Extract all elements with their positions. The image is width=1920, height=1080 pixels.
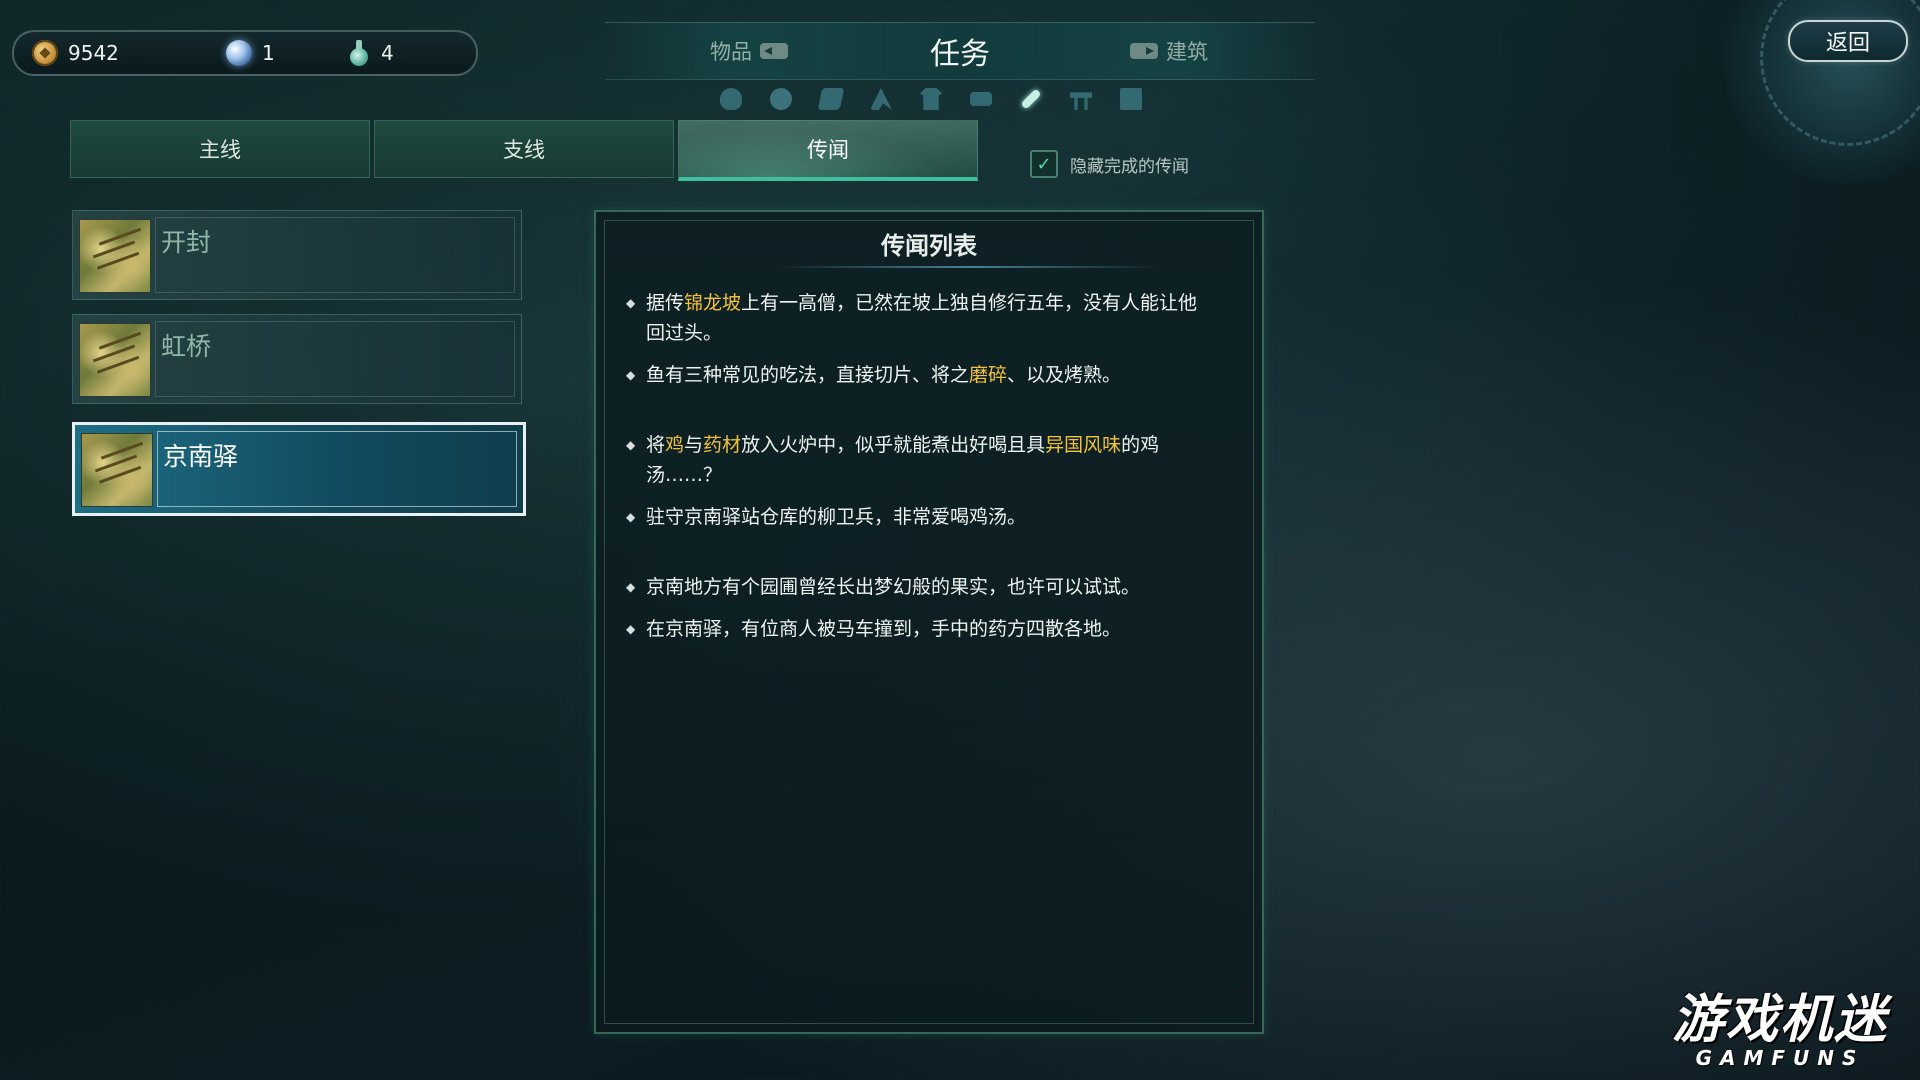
rumor-item: 在京南驿，有位商人被马车撞到，手中的药方四散各地。	[626, 614, 1216, 644]
checkbox-checked-icon[interactable]: ✓	[1030, 150, 1058, 178]
rumor-keyword: 磨碎	[969, 364, 1008, 386]
essence-value: 4	[381, 41, 394, 65]
rumor-item: 将鸡与药材放入火炉中，似乎就能煮出好喝且具异国风味的鸡汤……？	[626, 430, 1216, 490]
rumor-text: 、以及烤熟。	[1007, 364, 1122, 386]
rumor-text: 与	[684, 434, 704, 456]
rumor-panel: 传闻列表 据传锦龙坡上有一高僧，已然在坡上独自修行五年，没有人能让他回过头。 鱼…	[594, 210, 1264, 1034]
rumor-text: 鱼有三种常见的吃法，直接切片、将之	[646, 364, 970, 386]
hide-completed-toggle[interactable]: ✓ 隐藏完成的传闻	[1030, 150, 1189, 178]
rumor-item: 据传锦龙坡上有一高僧，已然在坡上独自修行五年，没有人能让他回过头。	[626, 288, 1216, 348]
orb-icon	[226, 40, 252, 66]
rumor-keyword: 鸡	[665, 434, 685, 456]
tab-quests-label: 任务	[930, 37, 990, 72]
swirl-icon[interactable]	[770, 88, 792, 110]
figure-icon[interactable]	[870, 88, 892, 110]
title-divider	[776, 266, 1162, 268]
rumor-text: 在京南驿，有位商人被马车撞到，手中的药方四散各地。	[646, 618, 1122, 640]
location-item-jingnanyi[interactable]: 京南驿	[72, 422, 526, 516]
tab-buildings[interactable]: 建筑	[1130, 23, 1208, 79]
hide-completed-label: 隐藏完成的传闻	[1070, 156, 1189, 177]
brush-icon[interactable]	[1020, 88, 1042, 110]
coin-counter: 9542	[32, 40, 119, 66]
location-thumbnail	[79, 323, 151, 397]
currency-bar: 9542 1 4	[12, 30, 478, 76]
shoulder-right-icon	[1130, 43, 1158, 59]
location-name: 京南驿	[163, 442, 239, 471]
gate-icon[interactable]	[1070, 88, 1092, 110]
mask-icon[interactable]	[720, 88, 742, 110]
tab-main-quest[interactable]: 主线	[70, 120, 370, 178]
rumor-text: 将	[646, 434, 666, 456]
orb-value: 1	[262, 41, 275, 65]
tab-rumors[interactable]: 传闻	[678, 120, 978, 181]
scroll-icon[interactable]	[1120, 88, 1142, 110]
tab-items-label: 物品	[710, 40, 752, 64]
rumor-keyword: 锦龙坡	[684, 292, 742, 314]
panel-title: 传闻列表	[881, 232, 977, 260]
tab-side-quest-label: 支线	[503, 138, 545, 162]
coin-value: 9542	[68, 41, 119, 65]
location-item-hongqiao[interactable]: 虹桥	[72, 314, 522, 404]
watermark-logo: 游戏机迷 GAMFUNS	[1645, 992, 1915, 1068]
tab-side-quest[interactable]: 支线	[374, 120, 674, 178]
location-thumbnail	[81, 433, 153, 507]
location-thumbnail	[79, 219, 151, 293]
tab-main-quest-label: 主线	[199, 138, 241, 162]
rumor-list: 据传锦龙坡上有一高僧，已然在坡上独自修行五年，没有人能让他回过头。 鱼有三种常见…	[626, 278, 1216, 644]
back-button-label: 返回	[1825, 31, 1870, 56]
top-tab-bar: 物品 任务 建筑	[605, 22, 1315, 80]
book-icon[interactable]	[817, 88, 845, 110]
rumor-item: 驻守京南驿站仓库的柳卫兵，非常爱喝鸡汤。	[626, 502, 1216, 532]
coin-icon	[32, 40, 58, 66]
tab-buildings-label: 建筑	[1166, 40, 1208, 64]
watermark-cn: 游戏机迷	[1671, 990, 1888, 1050]
tab-items[interactable]: 物品	[710, 23, 788, 79]
rumor-keyword: 药材	[703, 434, 742, 456]
shoulder-left-icon	[760, 43, 788, 59]
rumor-text: 放入火炉中，似乎就能煮出好喝且具	[741, 434, 1046, 456]
rumor-item: 鱼有三种常见的吃法，直接切片、将之磨碎、以及烤熟。	[626, 360, 1216, 390]
location-name: 虹桥	[161, 332, 212, 361]
flask-icon	[347, 40, 371, 66]
sub-tab-bar: 主线 支线 传闻	[70, 120, 978, 181]
rumor-text: 驻守京南驿站仓库的柳卫兵，非常爱喝鸡汤。	[646, 506, 1027, 528]
tab-quests[interactable]: 任务	[930, 23, 990, 79]
armor-icon[interactable]	[920, 88, 942, 110]
category-icon-row	[720, 88, 1142, 110]
orb-counter: 1	[226, 40, 275, 66]
essence-counter: 4	[347, 40, 394, 66]
location-item-kaifeng[interactable]: 开封	[72, 210, 522, 300]
back-button[interactable]: 返回	[1788, 20, 1908, 62]
table-icon[interactable]	[970, 88, 992, 110]
location-name: 开封	[161, 228, 212, 257]
watermark-en: GAMFUNS	[1695, 1046, 1865, 1070]
rumor-text: 京南地方有个园圃曾经长出梦幻般的果实，也许可以试试。	[646, 576, 1141, 598]
rumor-item: 京南地方有个园圃曾经长出梦幻般的果实，也许可以试试。	[626, 572, 1216, 602]
tab-rumors-label: 传闻	[807, 138, 849, 162]
rumor-text: 据传	[646, 292, 685, 314]
rumor-keyword: 异国风味	[1045, 434, 1122, 456]
